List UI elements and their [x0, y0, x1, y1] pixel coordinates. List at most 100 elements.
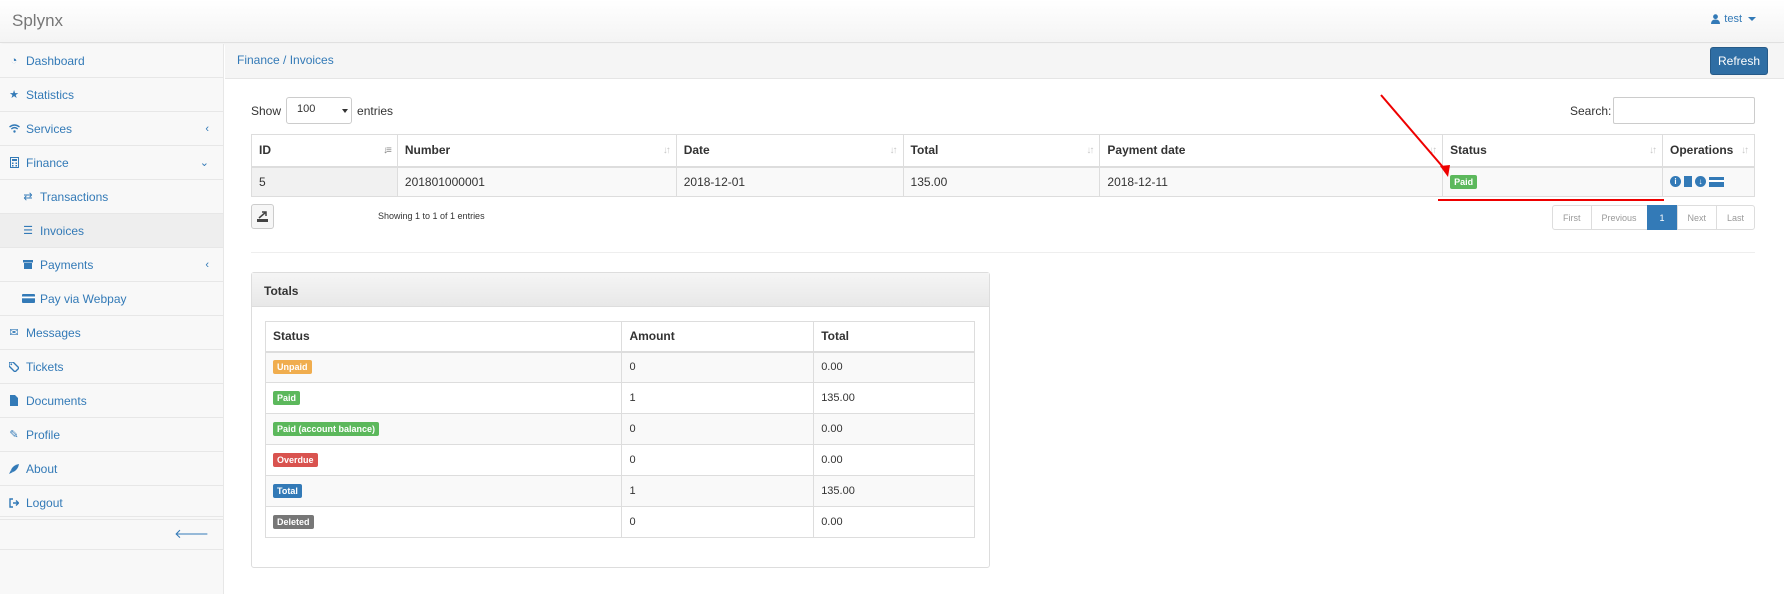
- info-icon[interactable]: i: [1669, 176, 1681, 188]
- sidebar-item-tickets[interactable]: Tickets: [0, 350, 223, 384]
- cell-status: Total: [264, 475, 623, 507]
- sort-active-icon: ↓≡: [383, 145, 392, 156]
- pager-next[interactable]: Next: [1676, 205, 1718, 230]
- export-button[interactable]: [251, 204, 274, 229]
- download-icon[interactable]: ↓: [1694, 176, 1706, 188]
- arrow-left-icon: 🡐: [174, 526, 209, 541]
- cell-total: 0.00: [813, 506, 975, 538]
- cell-status: Paid: [264, 382, 623, 414]
- search-input[interactable]: [1613, 97, 1755, 124]
- sidebar-item-label: Profile: [26, 427, 61, 442]
- calculator-icon: [6, 157, 22, 168]
- totals-panel: Totals Status Amount Total Unpaid 0 0.00…: [251, 272, 990, 568]
- column-header-id[interactable]: ID ↓≡: [251, 134, 398, 168]
- sort-icon: ↓↑: [889, 145, 898, 156]
- rocket-icon: [6, 463, 22, 474]
- cell-amount: 0: [621, 413, 815, 445]
- status-badge: Paid: [273, 391, 301, 405]
- section-divider: [251, 252, 1755, 253]
- sidebar-collapse-button[interactable]: 🡐: [0, 516, 223, 550]
- chevron-down-icon: ⌄: [199, 157, 209, 169]
- exchange-icon: ⇄: [23, 191, 33, 203]
- cell-total: 135.00: [813, 382, 975, 414]
- sort-icon: ↓↑: [662, 145, 671, 156]
- sidebar-item-invoices[interactable]: ☰ Invoices: [0, 214, 223, 248]
- top-navbar: Splynx test: [0, 0, 1784, 43]
- sidebar-item-pay-via-webpay[interactable]: Pay via Webpay: [0, 282, 223, 316]
- column-header-total[interactable]: Total ↓↑: [902, 134, 1101, 168]
- table-header-row: Status Amount Total: [264, 321, 975, 353]
- sidebar-item-label: Tickets: [26, 359, 64, 374]
- status-badge: Unpaid: [273, 360, 312, 375]
- dashboard-icon: ◔: [10, 54, 18, 67]
- sidebar-item-transactions[interactable]: ⇄ Transactions: [0, 180, 223, 214]
- list-icon: ☰: [23, 225, 33, 237]
- sidebar-item-logout[interactable]: Logout: [0, 486, 223, 520]
- sidebar-item-messages[interactable]: ✉ Messages: [0, 316, 223, 350]
- pager-current-page[interactable]: 1: [1646, 205, 1678, 230]
- user-name: test: [1724, 13, 1742, 25]
- table-row: Paid (account balance) 0 0.00: [264, 413, 975, 445]
- sidebar-item-services[interactable]: Services ‹: [0, 112, 223, 146]
- column-header-date[interactable]: Date ↓↑: [675, 134, 904, 168]
- sidebar-item-statistics[interactable]: ★ Statistics: [0, 78, 223, 112]
- sidebar-item-profile[interactable]: ✎ Profile: [0, 418, 223, 452]
- table-row: Unpaid 0 0.00: [264, 351, 975, 383]
- star-icon: ★: [9, 89, 19, 101]
- cell-date: 2018-12-01: [675, 166, 904, 197]
- invoices-table: ID ↓≡ Number ↓↑ Date ↓↑ Total ↓↑ Payment dat…: [251, 134, 1756, 197]
- pager-last[interactable]: Last: [1716, 205, 1756, 230]
- sidebar-item-about[interactable]: About: [0, 452, 223, 486]
- table-row: Total 1 135.00: [264, 475, 975, 507]
- user-icon: [1711, 14, 1721, 24]
- sidebar-item-label: Pay via Webpay: [40, 291, 127, 306]
- sort-icon: ↓↑: [1648, 145, 1657, 156]
- breadcrumb[interactable]: Finance / Invoices: [237, 53, 334, 67]
- user-menu[interactable]: test: [1711, 13, 1756, 25]
- cell-total: 0.00: [813, 444, 975, 476]
- brand-logo[interactable]: Splynx: [12, 11, 63, 31]
- chevron-left-icon: ‹: [205, 258, 209, 271]
- pager-previous[interactable]: Previous: [1590, 205, 1648, 230]
- sidebar-item-finance[interactable]: Finance ⌄: [0, 146, 223, 180]
- table-row: Paid 1 135.00: [264, 382, 975, 414]
- sidebar-item-label: Finance: [26, 155, 69, 170]
- credit-card-icon: [20, 294, 36, 303]
- wifi-icon: [6, 124, 22, 133]
- sidebar-item-label: Documents: [26, 393, 87, 408]
- annotation-underline: [1438, 199, 1664, 201]
- sidebar-item-dashboard[interactable]: ◔ Dashboard: [0, 44, 223, 78]
- status-badge: Overdue: [273, 453, 318, 467]
- sort-icon: ↓↑: [1086, 145, 1094, 156]
- sidebar-item-documents[interactable]: Documents: [0, 384, 223, 418]
- cell-number: 201801000001: [396, 166, 677, 197]
- cell-total: 135.00: [902, 166, 1101, 197]
- entries-label: entries: [357, 103, 394, 118]
- column-header-status[interactable]: Status ↓↑: [1442, 134, 1663, 168]
- credit-card-icon[interactable]: [1708, 176, 1724, 187]
- file-icon[interactable]: [1683, 176, 1692, 188]
- column-header-total: Total: [813, 321, 975, 353]
- sidebar-item-payments[interactable]: Payments ‹: [0, 248, 223, 282]
- cell-operations: i ↓: [1661, 166, 1756, 197]
- totals-table: Status Amount Total Unpaid 0 0.00 Paid 1…: [264, 321, 975, 538]
- table-row: Deleted 0 0.00: [264, 506, 975, 538]
- refresh-button[interactable]: Refresh: [1710, 47, 1768, 75]
- caret-down-icon: [1748, 17, 1756, 21]
- pager-first[interactable]: First: [1552, 205, 1592, 230]
- cell-amount: 0: [621, 444, 815, 476]
- sidebar-item-label: Logout: [26, 495, 63, 510]
- cell-status: Overdue: [264, 444, 623, 476]
- page-size-select[interactable]: 100: [286, 97, 353, 124]
- export-icon: [257, 211, 268, 222]
- show-label: Show: [251, 103, 282, 118]
- cell-status: Deleted: [264, 506, 623, 538]
- sidebar: ◔ Dashboard ★ Statistics Services ‹ Fina…: [0, 44, 224, 594]
- sidebar-item-label: Invoices: [40, 223, 85, 238]
- column-header-amount: Amount: [621, 321, 815, 353]
- dropdown-arrow-icon: [342, 109, 349, 113]
- column-header-operations[interactable]: Operations ↓↑: [1661, 134, 1756, 168]
- status-badge: Deleted: [273, 515, 314, 529]
- column-header-number[interactable]: Number ↓↑: [396, 134, 677, 168]
- cell-status: Paid: [1442, 166, 1663, 197]
